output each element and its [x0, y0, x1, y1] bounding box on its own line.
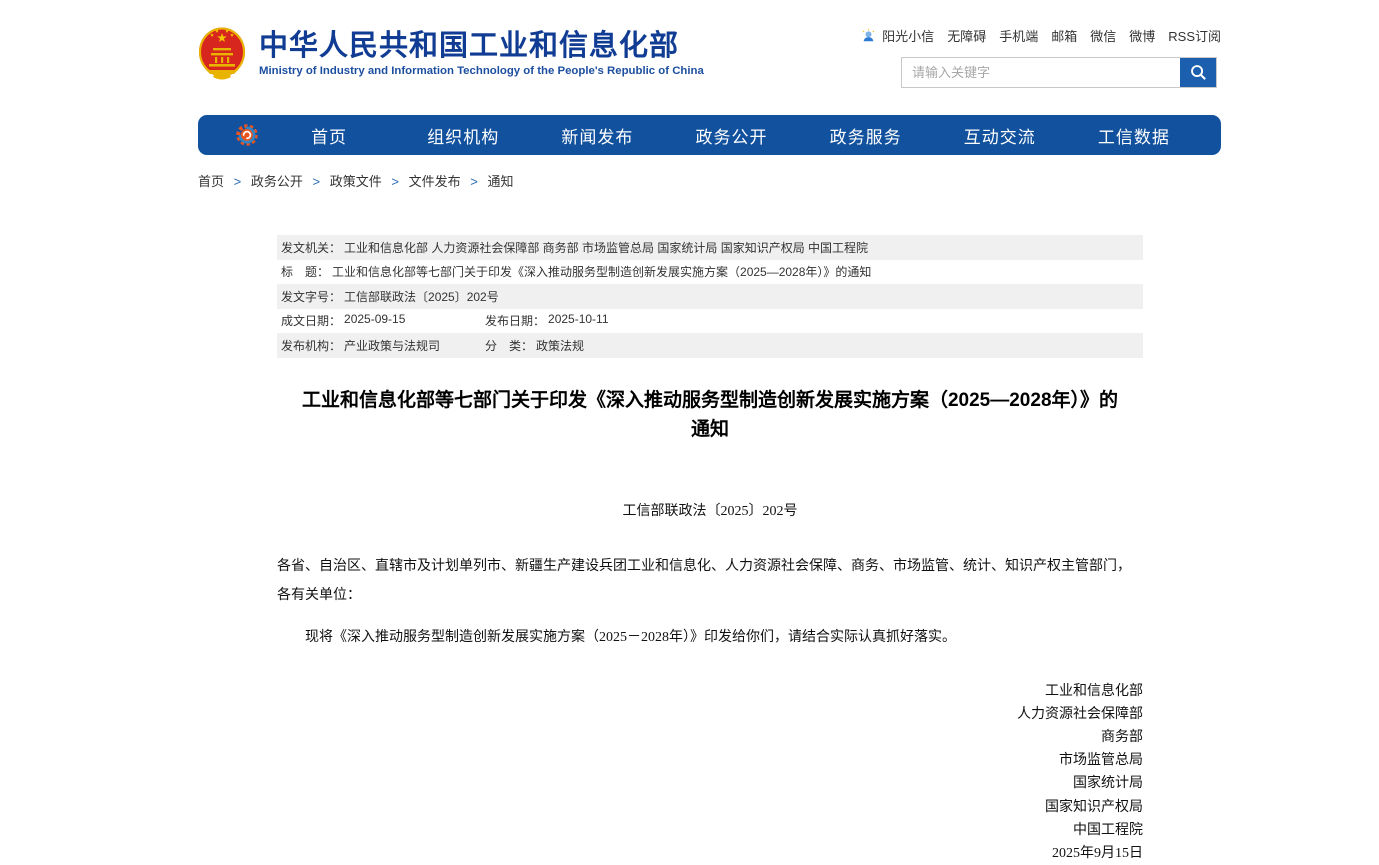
header-right: 阳光小信 无障碍 手机端 邮箱 微信 微博 RSS订阅	[901, 26, 1221, 88]
signature-line: 工业和信息化部	[277, 680, 1143, 703]
search-bar	[901, 57, 1217, 88]
breadcrumb-separator: >	[391, 174, 399, 189]
document-area: 发文机关： 工业和信息化部 人力资源社会保障部 商务部 市场监管总局 国家统计局…	[277, 235, 1143, 865]
meta-label: 分 类：	[485, 337, 533, 354]
signature-block: 工业和信息化部 人力资源社会保障部 商务部 市场监管总局 国家统计局 国家知识产…	[277, 680, 1143, 865]
meta-row-title: 标 题： 工业和信息化部等七部门关于印发《深入推动服务型制造创新发展实施方案（2…	[277, 260, 1143, 285]
meta-value: 工业和信息化部等七部门关于印发《深入推动服务型制造创新发展实施方案（2025—2…	[332, 263, 871, 280]
meta-row-doc-number: 发文字号： 工信部联政法〔2025〕202号	[277, 284, 1143, 309]
signature-line: 市场监管总局	[277, 749, 1143, 772]
nav-items: 首页 组织机构 新闻发布 政务公开 政务服务 互动交流 工信数据	[262, 123, 1201, 148]
main-nav: 首页 组织机构 新闻发布 政务公开 政务服务 互动交流 工信数据	[198, 115, 1221, 155]
site-logo: 中华人民共和国工业和信息化部 Ministry of Industry and …	[198, 26, 704, 82]
top-link-mail[interactable]: 邮箱	[1051, 26, 1077, 45]
meta-value: 工业和信息化部 人力资源社会保障部 商务部 市场监管总局 国家统计局 国家知识产…	[344, 239, 868, 256]
meta-label: 成文日期：	[281, 312, 341, 329]
breadcrumb-gov-open[interactable]: 政务公开	[251, 174, 303, 189]
top-link-wechat[interactable]: 微信	[1090, 26, 1116, 45]
top-link-mobile[interactable]: 手机端	[999, 26, 1038, 45]
meta-value: 2025-10-11	[548, 312, 609, 329]
top-link-yangguang-xiaoxin[interactable]: 阳光小信	[882, 26, 934, 45]
nav-item-interaction[interactable]: 互动交流	[933, 123, 1067, 148]
yangguang-mascot-icon	[861, 28, 876, 44]
ministry-name-cn: 中华人民共和国工业和信息化部	[259, 28, 704, 64]
meta-label: 发文字号：	[281, 288, 341, 305]
breadcrumb-separator: >	[313, 174, 321, 189]
signature-date: 2025年9月15日	[277, 842, 1143, 865]
top-link-rss[interactable]: RSS订阅	[1168, 26, 1221, 45]
top-link-weibo[interactable]: 微博	[1129, 26, 1155, 45]
paragraph-body: 现将《深入推动服务型制造创新发展实施方案（2025－2028年）》印发给你们，请…	[277, 623, 1143, 652]
national-emblem-icon	[198, 26, 246, 82]
nav-item-organization[interactable]: 组织机构	[396, 123, 530, 148]
meta-label: 发文机关：	[281, 239, 341, 256]
breadcrumb: 首页 > 政务公开 > 政策文件 > 文件发布 > 通知	[198, 171, 513, 190]
signature-line: 国家知识产权局	[277, 796, 1143, 819]
signature-line: 人力资源社会保障部	[277, 703, 1143, 726]
top-links: 阳光小信 无障碍 手机端 邮箱 微信 微博 RSS订阅	[901, 26, 1221, 45]
breadcrumb-current-notice: 通知	[487, 174, 513, 189]
meta-row-publisher-category: 发布机构： 产业政策与法规司 分 类： 政策法规	[277, 333, 1143, 358]
meta-label: 发布日期：	[485, 312, 545, 329]
meta-value: 产业政策与法规司	[344, 337, 440, 354]
document-title: 工业和信息化部等七部门关于印发《深入推动服务型制造创新发展实施方案（2025—2…	[297, 386, 1123, 444]
ministry-name-en: Ministry of Industry and Information Tec…	[259, 65, 704, 77]
signature-line: 国家统计局	[277, 772, 1143, 795]
search-icon	[1189, 63, 1208, 82]
meta-value: 政策法规	[536, 337, 584, 354]
meta-row-issuing-agency: 发文机关： 工业和信息化部 人力资源社会保障部 商务部 市场监管总局 国家统计局…	[277, 235, 1143, 260]
paragraph-addressees: 各省、自治区、直辖市及计划单列市、新疆生产建设兵团工业和信息化、人力资源社会保障…	[277, 552, 1143, 610]
breadcrumb-separator: >	[234, 174, 242, 189]
meta-label: 发布机构：	[281, 337, 341, 354]
meta-value: 工信部联政法〔2025〕202号	[344, 288, 499, 305]
meta-label: 标 题：	[281, 263, 329, 280]
breadcrumb-home[interactable]: 首页	[198, 174, 224, 189]
document-number: 工信部联政法〔2025〕202号	[277, 500, 1143, 520]
nav-item-miit-data[interactable]: 工信数据	[1067, 123, 1201, 148]
search-input[interactable]	[902, 58, 1180, 87]
breadcrumb-separator: >	[470, 174, 478, 189]
meta-row-dates: 成文日期： 2025-09-15 发布日期： 2025-10-11	[277, 309, 1143, 334]
nav-item-gov-services[interactable]: 政务服务	[799, 123, 933, 148]
meta-value: 2025-09-15	[344, 312, 405, 329]
breadcrumb-policy-files[interactable]: 政策文件	[330, 174, 382, 189]
breadcrumb-file-release[interactable]: 文件发布	[409, 174, 461, 189]
page: 中华人民共和国工业和信息化部 Ministry of Industry and …	[198, 0, 1221, 843]
miit-logo-icon	[236, 122, 262, 148]
top-link-accessibility[interactable]: 无障碍	[947, 26, 986, 45]
meta-table: 发文机关： 工业和信息化部 人力资源社会保障部 商务部 市场监管总局 国家统计局…	[277, 235, 1143, 358]
nav-item-home[interactable]: 首页	[262, 123, 396, 148]
signature-line: 中国工程院	[277, 819, 1143, 842]
signature-line: 商务部	[277, 726, 1143, 749]
search-button[interactable]	[1180, 58, 1216, 87]
nav-item-gov-open[interactable]: 政务公开	[664, 123, 798, 148]
nav-item-news[interactable]: 新闻发布	[530, 123, 664, 148]
